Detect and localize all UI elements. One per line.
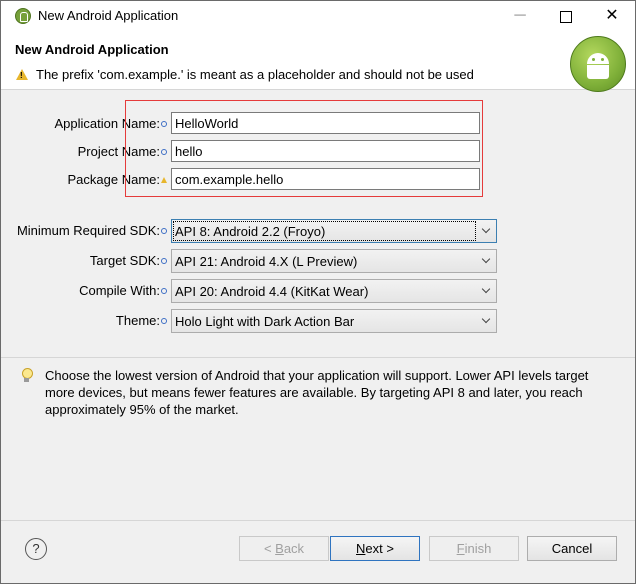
maximize-button[interactable] bbox=[543, 1, 589, 31]
finish-label: inish bbox=[464, 541, 492, 556]
android-body bbox=[587, 65, 609, 79]
back-prefix: < bbox=[263, 541, 276, 556]
help-icon: ? bbox=[32, 541, 40, 556]
info-icon bbox=[161, 149, 167, 155]
android-app-icon bbox=[15, 8, 31, 24]
info-icon bbox=[161, 318, 167, 324]
minimum-sdk-value: API 8: Android 2.2 (Froyo) bbox=[175, 224, 326, 239]
banner-warning-message: The prefix 'com.example.' is meant as a … bbox=[36, 67, 474, 82]
target-sdk-label-text: Target SDK: bbox=[89, 253, 160, 268]
info-icon bbox=[161, 121, 167, 127]
finish-button[interactable]: Finish bbox=[429, 536, 519, 561]
title-bar: New Android Application ─ ✕ bbox=[1, 1, 635, 31]
chevron-down-icon[interactable] bbox=[480, 253, 492, 267]
theme-select[interactable]: Holo Light with Dark Action Bar bbox=[171, 309, 497, 333]
package-name-input[interactable] bbox=[171, 168, 480, 190]
project-name-label-text: Project Name: bbox=[77, 144, 160, 159]
next-button[interactable]: Next > bbox=[330, 536, 420, 561]
help-button[interactable]: ? bbox=[25, 538, 47, 560]
separator bbox=[1, 357, 635, 358]
wizard-title: New Android Application bbox=[15, 42, 169, 57]
minimum-sdk-label-text: Minimum Required SDK: bbox=[16, 223, 160, 238]
project-name-label: Project Name: bbox=[21, 144, 167, 159]
compile-with-value: API 20: Android 4.4 (KitKat Wear) bbox=[175, 284, 369, 299]
info-icon bbox=[161, 228, 167, 234]
lightbulb-icon bbox=[21, 368, 33, 384]
theme-label: Theme: bbox=[11, 313, 167, 328]
compile-with-label: Compile With: bbox=[11, 283, 167, 298]
chevron-down-icon[interactable] bbox=[480, 283, 492, 297]
package-name-label: Package Name: bbox=[21, 172, 167, 187]
warning-icon: ! bbox=[16, 69, 28, 80]
back-mnemonic: B bbox=[275, 541, 284, 556]
back-label: ack bbox=[283, 541, 305, 556]
target-sdk-select[interactable]: API 21: Android 4.X (L Preview) bbox=[171, 249, 497, 273]
maximize-icon bbox=[560, 11, 572, 23]
target-sdk-label: Target SDK: bbox=[11, 253, 167, 268]
theme-label-text: Theme: bbox=[115, 313, 160, 328]
wizard-banner: New Android Application ! The prefix 'co… bbox=[1, 31, 635, 92]
android-logo-icon bbox=[570, 36, 626, 92]
close-button[interactable]: ✕ bbox=[589, 1, 635, 31]
separator bbox=[1, 520, 635, 521]
finish-mnemonic: F bbox=[456, 541, 465, 556]
chevron-down-icon[interactable] bbox=[480, 223, 492, 237]
application-name-label-text: Application Name: bbox=[54, 116, 161, 131]
application-name-input[interactable] bbox=[171, 112, 480, 134]
info-icon bbox=[161, 288, 167, 294]
cancel-button[interactable]: Cancel bbox=[527, 536, 617, 561]
help-description: Choose the lowest version of Android tha… bbox=[45, 368, 589, 417]
next-label: ext > bbox=[365, 541, 394, 556]
minimize-button[interactable]: ─ bbox=[497, 1, 543, 31]
info-icon bbox=[161, 258, 167, 264]
minimum-sdk-label: Minimum Required SDK: bbox=[11, 223, 167, 238]
back-button[interactable]: < Back bbox=[239, 536, 329, 561]
window-title: New Android Application bbox=[38, 8, 179, 23]
warning-icon bbox=[161, 177, 167, 183]
application-name-label: Application Name: bbox=[21, 116, 167, 131]
android-eye-right bbox=[601, 58, 604, 61]
next-mnemonic: N bbox=[356, 541, 366, 556]
minimum-sdk-select[interactable]: API 8: Android 2.2 (Froyo) bbox=[171, 219, 497, 243]
theme-value: Holo Light with Dark Action Bar bbox=[175, 314, 355, 329]
new-android-application-dialog: New Android Application ─ ✕ New Android … bbox=[0, 0, 636, 584]
android-eye-left bbox=[592, 58, 595, 61]
project-name-input[interactable] bbox=[171, 140, 480, 162]
android-head bbox=[587, 53, 609, 64]
package-name-label-text: Package Name: bbox=[67, 172, 161, 187]
chevron-down-icon[interactable] bbox=[480, 313, 492, 327]
compile-with-select[interactable]: API 20: Android 4.4 (KitKat Wear) bbox=[171, 279, 497, 303]
target-sdk-value: API 21: Android 4.X (L Preview) bbox=[175, 254, 358, 269]
compile-with-label-text: Compile With: bbox=[79, 283, 160, 298]
